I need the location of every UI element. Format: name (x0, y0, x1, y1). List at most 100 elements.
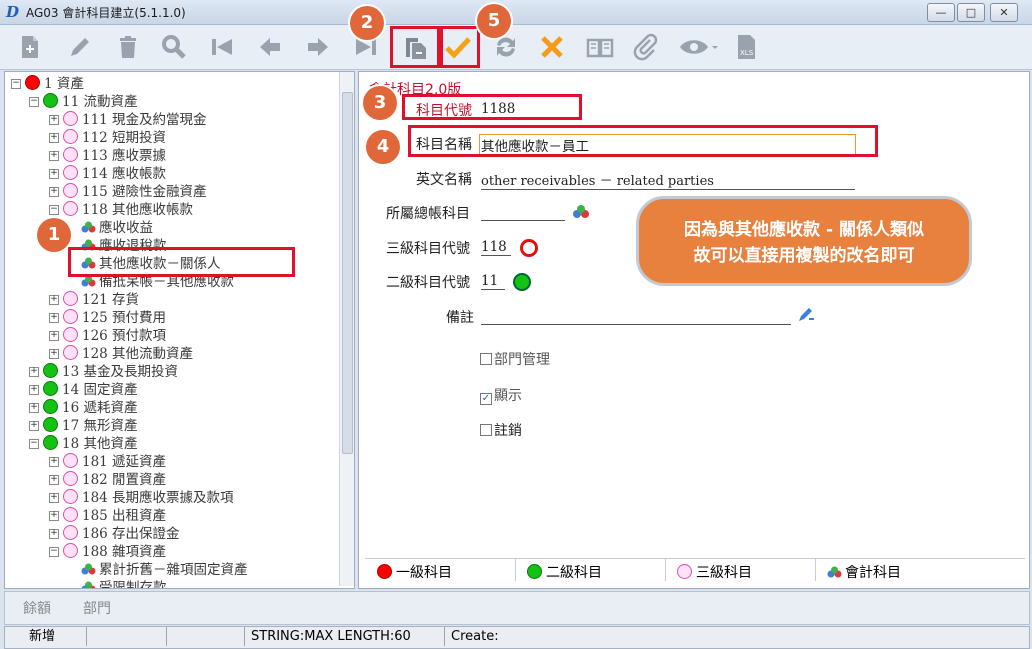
attach-clip-icon[interactable] (630, 31, 662, 63)
tree-node[interactable]: 118 其他應收帳款 (63, 201, 193, 219)
tree-node[interactable]: 應收收益 (81, 219, 153, 237)
dept-mgmt-checkbox[interactable]: 部門管理 (480, 349, 550, 369)
first-record-icon[interactable] (206, 31, 238, 63)
tree-node[interactable]: 11 流動資產 (43, 93, 137, 111)
status-bar: 新增 STRING:MAX LENGTH:60 Create: (4, 626, 1030, 649)
tree-scrollbar[interactable] (339, 72, 354, 586)
tree-expander[interactable]: + (49, 115, 59, 125)
green-dot-icon (43, 381, 58, 396)
next-record-icon[interactable] (302, 31, 334, 63)
minimize-button[interactable]: — (927, 3, 955, 22)
status-create: Create: (451, 629, 499, 644)
tree-node[interactable]: 111 現金及約當現金 (63, 111, 207, 129)
tree-expander[interactable]: + (49, 349, 59, 359)
level3-red-dot-icon (520, 239, 538, 257)
toolbar: XLS (0, 25, 1032, 70)
tree-node[interactable]: 18 其他資產 (43, 435, 137, 453)
window-title: AG03 會計科目建立(5.1.1.0) (26, 6, 186, 20)
tree-expander[interactable]: + (49, 295, 59, 305)
tab-balance[interactable]: 餘額 (23, 598, 51, 618)
note-field[interactable] (481, 308, 791, 325)
tree-node[interactable]: 1 資產 (25, 75, 84, 93)
legend-account: 會計科目 (827, 562, 901, 582)
tab-department[interactable]: 部門 (83, 598, 111, 618)
tree-node-label: 185 出租資產 (82, 508, 167, 524)
level3-code-field[interactable]: 118 (481, 239, 511, 256)
void-box[interactable] (480, 424, 492, 436)
tree-node-label: 累計折舊－雜項固定資產 (99, 562, 248, 578)
void-checkbox[interactable]: 註銷 (480, 420, 522, 440)
tree-expander[interactable]: − (49, 205, 59, 215)
tree-node[interactable]: 112 短期投資 (63, 129, 166, 147)
tree-node[interactable]: 181 遞延資產 (63, 453, 166, 471)
tree-node[interactable]: 126 預付款項 (63, 327, 166, 345)
previous-record-icon[interactable] (254, 31, 286, 63)
tree-node[interactable]: 182 閒置資產 (63, 471, 166, 489)
close-button[interactable]: ✕ (990, 3, 1018, 22)
tree-expander[interactable]: + (49, 169, 59, 179)
tree-scroll-thumb[interactable] (342, 92, 353, 454)
tree-node-label: 17 無形資產 (62, 418, 138, 434)
tree-expander[interactable]: + (49, 529, 59, 539)
tree-node[interactable]: 188 雜項資產 (63, 543, 166, 561)
show-checkbox[interactable]: ✓ 顯示 (480, 385, 522, 405)
dept-mgmt-box[interactable] (480, 353, 492, 365)
tree-node[interactable]: 114 應收帳款 (63, 165, 166, 183)
tree-expander[interactable]: − (11, 79, 21, 89)
tree-expander[interactable]: + (29, 385, 39, 395)
legend-level1: 一級科目 (377, 562, 452, 582)
pink-dot-icon (63, 525, 78, 540)
tree-expander[interactable]: + (49, 313, 59, 323)
tree-expander[interactable]: + (49, 133, 59, 143)
tree-expander[interactable]: + (29, 403, 39, 413)
cancel-x-icon[interactable] (536, 31, 568, 63)
tree-expander[interactable]: + (29, 367, 39, 377)
tree-expander[interactable]: + (49, 151, 59, 161)
tree-node[interactable]: 185 出租資產 (63, 507, 166, 525)
tree-expander[interactable]: − (49, 547, 59, 557)
legend: 一級科目 二級科目 三級科目 會計科目 (365, 558, 1025, 581)
green-dot-icon (43, 363, 58, 378)
search-magnifier-icon[interactable] (158, 31, 190, 63)
export-xls-icon[interactable]: XLS (730, 31, 762, 63)
edit-pencil-icon[interactable] (64, 31, 96, 63)
tree-expander[interactable]: + (49, 187, 59, 197)
tree-expander[interactable]: + (49, 511, 59, 521)
tree-expander[interactable]: − (29, 439, 39, 449)
level2-code-field[interactable]: 11 (481, 273, 505, 290)
account-icon (827, 566, 842, 578)
account-picker-icon[interactable] (572, 205, 590, 223)
view-eye-icon[interactable] (676, 31, 722, 63)
show-box[interactable]: ✓ (480, 393, 492, 405)
tree-node[interactable]: 186 存出保證金 (63, 525, 180, 543)
parent-account-field[interactable] (481, 204, 565, 221)
tree-node[interactable]: 受限制存款 (81, 579, 167, 588)
tree-expander[interactable]: + (49, 457, 59, 467)
tree-node[interactable]: 121 存貨 (63, 291, 139, 309)
book-icon[interactable] (584, 31, 616, 63)
delete-trash-icon[interactable] (112, 31, 144, 63)
tree-node[interactable]: 13 基金及長期投資 (43, 363, 178, 381)
english-name-field[interactable]: other receivables － related parties (481, 170, 855, 190)
tree-node[interactable]: 16 遞耗資產 (43, 399, 137, 417)
tree-expander[interactable]: + (49, 331, 59, 341)
tree-expander[interactable]: − (29, 97, 39, 107)
tree-expander[interactable]: + (29, 421, 39, 431)
callout-line2: 故可以直接用複製的改名即可 (693, 246, 915, 266)
tree-node[interactable]: 128 其他流動資產 (63, 345, 193, 363)
tree-node[interactable]: 累計折舊－雜項固定資產 (81, 561, 248, 579)
new-doc-icon[interactable] (14, 31, 46, 63)
tree-node[interactable]: 125 預付費用 (63, 309, 166, 327)
restore-button[interactable]: □ (957, 3, 985, 22)
pink-dot-icon (63, 129, 78, 144)
tree-node[interactable]: 113 應收票據 (63, 147, 166, 165)
tree-node-label: 13 基金及長期投資 (62, 364, 178, 380)
tree-node[interactable]: 115 避險性金融資產 (63, 183, 207, 201)
tree-node[interactable]: 14 固定資產 (43, 381, 137, 399)
tree-expander[interactable]: + (49, 493, 59, 503)
tree-expander[interactable]: + (49, 475, 59, 485)
tree-node[interactable]: 17 無形資產 (43, 417, 137, 435)
tree-node[interactable]: 184 長期應收票據及款項 (63, 489, 234, 507)
pink-dot-icon (63, 543, 78, 558)
note-edit-icon[interactable] (797, 307, 815, 327)
